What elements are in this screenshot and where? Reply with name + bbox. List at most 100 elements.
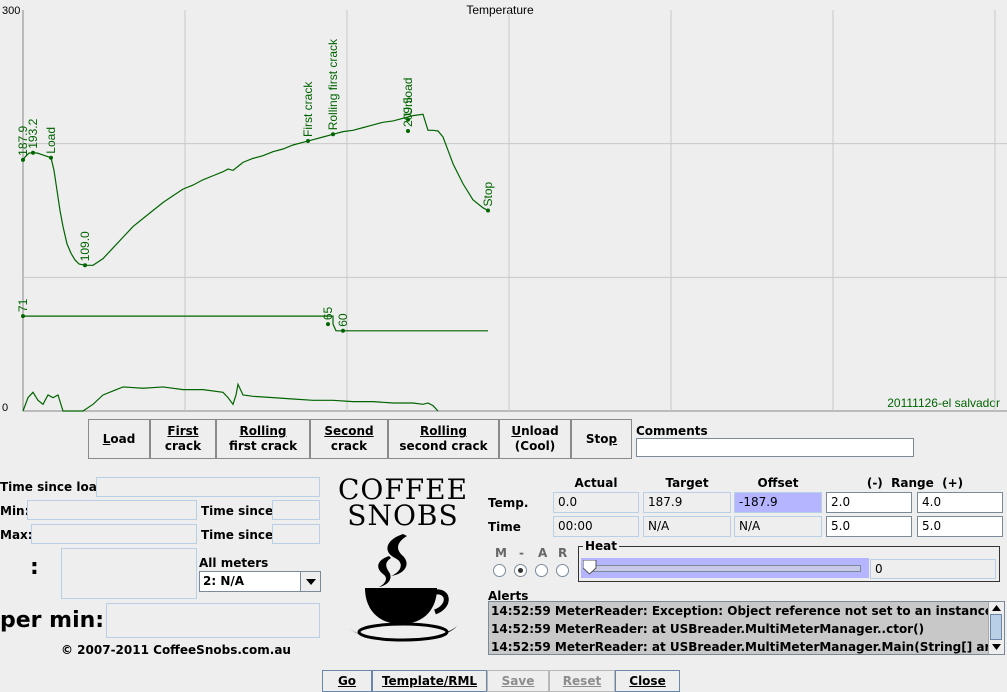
reset-button[interactable]: Reset [549, 670, 615, 692]
meter-select[interactable]: 2: N/A [199, 571, 321, 592]
temp-range-minus-input[interactable]: 2.0 [826, 492, 912, 513]
copyright: © 2007-2011 CoffeeSnobs.com.au [61, 643, 291, 657]
heat-slider[interactable] [581, 558, 869, 578]
annotation-label: 209.5 [401, 97, 415, 127]
max-field [31, 524, 197, 544]
temp-actual-field: 0.0 [553, 492, 639, 513]
temp-range-plus-input[interactable]: 4.0 [917, 492, 1003, 513]
y-min-label: 0 [2, 402, 8, 414]
scroll-up-icon[interactable] [992, 605, 1001, 611]
annotation-point [31, 150, 35, 155]
alert-row[interactable]: 14:52:59 MeterReader: at USBreader.Multi… [489, 620, 1004, 638]
first-crack-button[interactable]: First crack [150, 419, 216, 459]
template-rml-button[interactable]: Template/RML [372, 670, 487, 692]
annotation-point [406, 128, 410, 133]
chart-title: Temperature [466, 3, 534, 17]
mode-m-label: M [495, 546, 507, 560]
annotation-label: Stop [481, 181, 495, 206]
per-min-label: per min: [0, 608, 105, 633]
target-header: Target [665, 476, 709, 490]
series-line-3 [22, 382, 439, 412]
annotation-label: 65 [321, 306, 335, 320]
y-max-label: 300 [2, 5, 20, 17]
max-label: Max: [0, 528, 33, 542]
logo-line-2: SNOBS [347, 499, 459, 532]
close-button[interactable]: Close [615, 670, 680, 692]
annotation-label: 193.2 [26, 118, 40, 148]
time-since-label-1: Time since: [201, 504, 278, 518]
series-line-1 [22, 113, 489, 266]
heat-slider-track [587, 565, 861, 572]
comments-label: Comments [636, 424, 708, 438]
coffee-snobs-logo: COFFEE SNOBS [333, 476, 473, 656]
stop-button[interactable]: Stop [571, 419, 632, 459]
mode-a-radio[interactable] [535, 564, 548, 577]
min-label: Min: [0, 504, 30, 518]
min-field [27, 500, 197, 520]
save-button[interactable]: Save [487, 670, 549, 692]
temp-target-field: 187.9 [643, 492, 731, 513]
time-since-field-1 [272, 500, 320, 520]
go-button[interactable]: Go [322, 670, 372, 692]
profile-name: 20111126-el salvador [887, 396, 1000, 410]
mode-dash-label: - [519, 546, 524, 560]
annotation-label: First crack [301, 81, 315, 137]
annotation-point [21, 314, 25, 319]
alerts-list[interactable]: 14:52:59 MeterReader: Exception: Object … [488, 601, 1005, 655]
scroll-down-icon[interactable] [992, 644, 1001, 650]
time-offset-field: N/A [734, 516, 822, 537]
time-since-load-field [96, 477, 320, 497]
mode-dash-radio[interactable] [514, 564, 527, 577]
time-range-plus-input[interactable]: 5.0 [917, 516, 1003, 537]
chart-series [22, 113, 489, 412]
mode-r-radio[interactable] [556, 564, 569, 577]
annotation-point [326, 322, 330, 327]
scrollbar-thumb[interactable] [990, 614, 1002, 640]
time-since-load-label: Time since load: [0, 480, 111, 494]
annotation-label: 109.0 [78, 231, 92, 261]
heat-slider-thumb[interactable] [582, 559, 597, 575]
temperature-chart: Temperature 300 0 20111126-el salvador 1… [2, 3, 1007, 414]
rate-display-field [61, 548, 197, 599]
colon-label: : [30, 555, 39, 580]
mode-r-label: R [558, 546, 568, 560]
time-since-label-2: Time since: [201, 528, 278, 542]
alert-row[interactable]: 14:52:59 MeterReader: Exception: Object … [489, 602, 1004, 620]
load-button[interactable]: Load [88, 419, 150, 459]
heat-value-field: 0 [870, 559, 996, 579]
annotation-point [306, 138, 310, 143]
mode-a-label: A [538, 546, 548, 560]
coffee-cup-icon [349, 534, 457, 642]
all-meters-label: All meters [199, 556, 269, 570]
heat-panel: Heat 0 [578, 539, 1000, 582]
time-target-field: N/A [643, 516, 731, 537]
range-header: (-) Range (+) [866, 476, 964, 490]
comments-input[interactable] [636, 438, 914, 457]
annotation-label: Load [44, 127, 58, 154]
offset-header: Offset [757, 476, 799, 490]
meter-select-value: 2: N/A [203, 574, 245, 588]
annotation-point [331, 132, 335, 137]
chevron-down-icon[interactable] [300, 572, 320, 591]
annotation-point [83, 263, 87, 268]
per-min-field [106, 603, 320, 638]
alert-row[interactable]: 14:52:59 MeterReader: at USBreader.Multi… [489, 638, 1004, 654]
temp-offset-field: -187.9 [734, 492, 822, 513]
rolling-first-crack-button[interactable]: Rolling first crack [216, 419, 310, 459]
second-crack-button[interactable]: Second crack [310, 419, 388, 459]
time-actual-field: 00:00 [553, 516, 639, 537]
mode-m-radio[interactable] [493, 564, 506, 577]
temp-label: Temp. [488, 496, 529, 510]
annotation-point [21, 157, 25, 162]
chart-annotations: 187.9193.2 Load109.0First crack Rolling fi… [16, 38, 495, 333]
annotation-label: 71 [16, 298, 30, 312]
alerts-scrollbar[interactable] [988, 602, 1004, 654]
annotation-point [341, 328, 345, 333]
time-since-field-2 [272, 524, 320, 544]
time-range-minus-input[interactable]: 5.0 [826, 516, 912, 537]
series-line-2 [23, 315, 488, 332]
annotation-point [49, 155, 53, 160]
time-label: Time [488, 520, 521, 534]
unload-cool-button[interactable]: Unload (Cool) [499, 419, 571, 459]
rolling-second-crack-button[interactable]: Rolling second crack [388, 419, 499, 459]
